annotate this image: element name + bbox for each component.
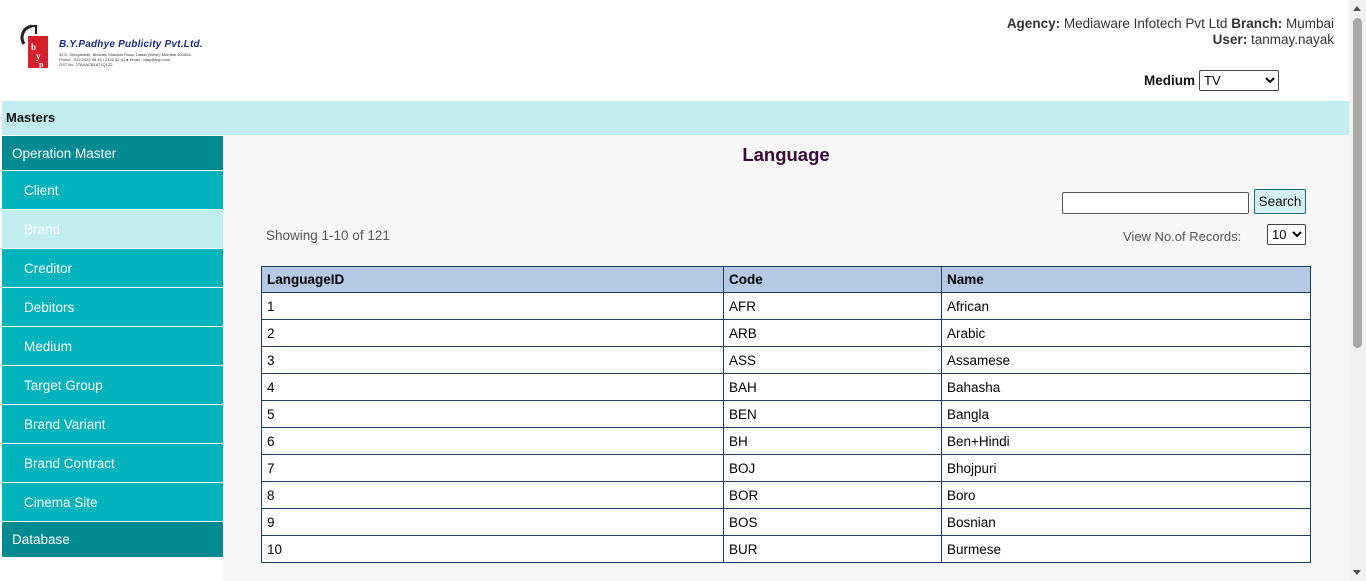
masters-menu-bar: Masters [2,101,1349,135]
cell-name: Bhojpuri [941,454,1311,482]
cell-code: BUR [723,535,942,563]
cell-name: Ben+Hindi [941,427,1311,455]
cell-languageid: 5 [261,400,724,428]
table-row[interactable]: 5 BEN Bangla [261,400,1311,428]
column-header-code[interactable]: Code [723,266,942,293]
table-row[interactable]: 2 ARB Arabic [261,319,1311,347]
scrollbar-thumb[interactable] [1353,18,1362,348]
sidebar-section-operation-master[interactable]: Operation Master [2,136,223,171]
search-button[interactable]: Search [1254,189,1306,214]
table-row[interactable]: 7 BOJ Bhojpuri [261,454,1311,482]
cell-code: AFR [723,292,942,320]
table-row[interactable]: 3 ASS Assamese [261,346,1311,374]
table-header-row: LanguageID Code Name [261,266,1311,293]
cell-name: Bangla [941,400,1311,428]
svg-text:p: p [39,60,44,69]
header: b y p B.Y.Padhye Publicity Pvt.Ltd. 32 E… [0,0,1349,100]
cell-code: BOS [723,508,942,536]
table-row[interactable]: 9 BOS Bosnian [261,508,1311,536]
search-input[interactable] [1062,192,1249,214]
cell-languageid: 7 [261,454,724,482]
table-row[interactable]: 4 BAH Bahasha [261,373,1311,401]
sidebar-section-database[interactable]: Database [2,522,223,557]
cell-name: Bosnian [941,508,1311,536]
cell-languageid: 8 [261,481,724,509]
cell-name: Burmese [941,535,1311,563]
cell-code: BH [723,427,942,455]
sidebar-item-brand-variant[interactable]: Brand Variant [2,405,223,444]
sidebar: Operation Master Client Brand Creditor D… [2,136,223,567]
cell-languageid: 3 [261,346,724,374]
table-row[interactable]: 8 BOR Boro [261,481,1311,509]
cell-code: BOJ [723,454,942,482]
medium-label: Medium [1144,73,1196,88]
cell-name: Boro [941,481,1311,509]
sidebar-item-debitors[interactable]: Debitors [2,288,223,327]
medium-selector: Medium TV [1144,70,1280,91]
scroll-up-arrow-icon[interactable] [1353,6,1361,11]
cell-code: BAH [723,373,942,401]
agency-line: Agency: Mediaware Infotech Pvt Ltd Branc… [1007,16,1334,32]
table-row[interactable]: 1 AFR African [261,292,1311,320]
user-label: User: [1212,32,1248,47]
company-address: 32 E, Shivganesh, Bhavani Shankar Road, … [59,52,192,67]
cell-languageid: 4 [261,373,724,401]
cell-name: African [941,292,1311,320]
company-logo[interactable]: b y p B.Y.Padhye Publicity Pvt.Ltd. 32 E… [18,24,218,72]
cell-code: ASS [723,346,942,374]
cell-code: BOR [723,481,942,509]
agency-value: Mediaware Infotech Pvt Ltd [1063,16,1228,31]
main-content: Language Search Showing 1-10 of 121 View… [223,135,1349,581]
branch-value: Mumbai [1285,16,1334,31]
page: b y p B.Y.Padhye Publicity Pvt.Ltd. 32 E… [0,0,1349,581]
sidebar-item-brand[interactable]: Brand [2,210,223,249]
column-header-name[interactable]: Name [941,266,1311,293]
cell-name: Bahasha [941,373,1311,401]
cell-languageid: 6 [261,427,724,455]
bp-logo-mark-icon: b y p [20,24,48,69]
cell-languageid: 2 [261,319,724,347]
agency-label: Agency: [1006,16,1061,31]
cell-code: BEN [723,400,942,428]
table-row[interactable]: 10 BUR Burmese [261,535,1311,563]
sidebar-item-target-group[interactable]: Target Group [2,366,223,405]
table-row[interactable]: 6 BH Ben+Hindi [261,427,1311,455]
record-count: Showing 1-10 of 121 [266,228,390,243]
sidebar-item-creditor[interactable]: Creditor [2,249,223,288]
cell-code: ARB [723,319,942,347]
page-title: Language [742,144,830,165]
cell-name: Assamese [941,346,1311,374]
company-name: B.Y.Padhye Publicity Pvt.Ltd. [59,39,203,50]
language-table: LanguageID Code Name 1 AFR African 2 ARB Ara… [261,266,1311,563]
sidebar-item-client[interactable]: Client [2,171,223,210]
sidebar-item-medium[interactable]: Medium [2,327,223,366]
cell-languageid: 1 [261,292,724,320]
agency-info: Agency: Mediaware Infotech Pvt Ltd Branc… [1007,16,1334,48]
cell-languageid: 10 [261,535,724,563]
user-value: tanmay.nayak [1250,32,1334,47]
sidebar-item-cinema-site[interactable]: Cinema Site [2,483,223,522]
column-header-languageid[interactable]: LanguageID [261,266,724,293]
branch-label: Branch: [1231,16,1283,31]
user-line: User: tanmay.nayak [1007,32,1334,48]
records-per-page-select[interactable]: 10 [1267,224,1306,245]
view-records-label: View No.of Records: [1123,229,1242,244]
cell-name: Arabic [941,319,1311,347]
sidebar-item-brand-contract[interactable]: Brand Contract [2,444,223,483]
scroll-down-arrow-icon[interactable] [1353,570,1361,575]
masters-menu[interactable]: Masters [6,110,55,125]
medium-select[interactable]: TV [1199,70,1280,91]
vertical-scrollbar[interactable] [1349,0,1366,581]
address-line: GST No. 27AAACB1871Q1Z2 [59,62,113,67]
cell-languageid: 9 [261,508,724,536]
